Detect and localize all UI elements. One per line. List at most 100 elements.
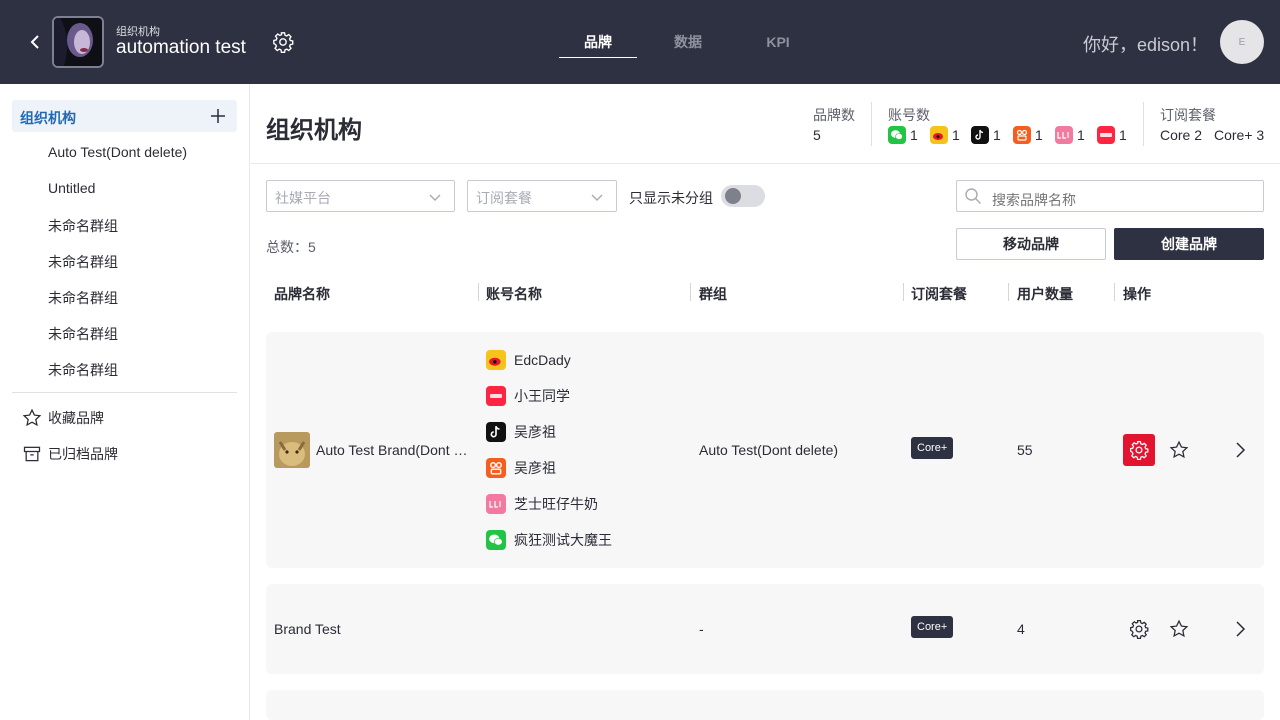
greeting: 你好，edison！ bbox=[1083, 35, 1209, 55]
account-name: 吴彦祖 bbox=[514, 460, 556, 476]
core-count: Core 2 bbox=[1160, 127, 1203, 143]
column-divider bbox=[690, 283, 691, 301]
group-name: Auto Test(Dont delete) bbox=[699, 442, 839, 458]
org-logo bbox=[52, 16, 104, 68]
user-count: 55 bbox=[1017, 442, 1033, 458]
create-brand-button[interactable]: 创建品牌 bbox=[1114, 228, 1264, 260]
sidebar-archived[interactable]: 已归档品牌 bbox=[22, 444, 118, 464]
plan-filter-placeholder: 订阅套餐 bbox=[476, 190, 532, 206]
group-name: - bbox=[699, 621, 704, 637]
user-count: 4 bbox=[1017, 621, 1025, 637]
weibo-icon bbox=[930, 126, 948, 144]
wechat-icon bbox=[888, 126, 906, 144]
stats-divider bbox=[871, 102, 872, 146]
sidebar-item-group[interactable]: 未命名群组 bbox=[48, 288, 118, 308]
table-row[interactable]: Auto Test Brand(Dont … EdcDady 小王同学 吴彦祖 … bbox=[266, 332, 1264, 568]
account-name: EdcDady bbox=[514, 352, 571, 368]
plan-badge: Core+ bbox=[911, 616, 954, 638]
chevron-right-icon[interactable] bbox=[1224, 434, 1256, 466]
sidebar-favorites[interactable]: 收藏品牌 bbox=[22, 408, 104, 428]
column-divider bbox=[1008, 283, 1009, 301]
douyin-icon bbox=[486, 422, 506, 442]
toggle-knob bbox=[725, 188, 741, 204]
tab-kpi[interactable]: KPI bbox=[739, 28, 817, 58]
brand-settings-button[interactable] bbox=[1123, 434, 1155, 466]
lulu-icon bbox=[1055, 126, 1073, 144]
settings-gear-icon[interactable] bbox=[272, 31, 294, 53]
sidebar-item-group[interactable]: Auto Test(Dont delete) bbox=[48, 144, 187, 160]
add-group-icon[interactable] bbox=[209, 107, 227, 125]
ungrouped-toggle-label: 只显示未分组 bbox=[629, 190, 713, 206]
account-item: 疯狂测试大魔王 bbox=[486, 530, 612, 550]
move-brand-button[interactable]: 移动品牌 bbox=[956, 228, 1106, 260]
account-name: 吴彦祖 bbox=[514, 424, 556, 440]
column-header-brand[interactable]: 品牌名称 bbox=[274, 284, 330, 304]
avatar[interactable]: E bbox=[1220, 20, 1264, 64]
tab-data[interactable]: 数据 bbox=[649, 28, 727, 58]
xiaohongshu-icon bbox=[486, 386, 506, 406]
sidebar-item-group[interactable]: Untitled bbox=[48, 180, 95, 196]
sidebar-item-group[interactable]: 未命名群组 bbox=[48, 360, 118, 380]
ungrouped-toggle[interactable] bbox=[721, 185, 765, 207]
platform-count-lulu: 1 bbox=[1055, 126, 1085, 144]
account-item: 芝士旺仔牛奶 bbox=[486, 494, 598, 514]
main-tabs: 品牌 数据 KPI bbox=[559, 28, 817, 58]
account-name: 芝士旺仔牛奶 bbox=[514, 496, 598, 512]
table-row[interactable]: Brand Test - Core+ 4 bbox=[266, 584, 1264, 674]
column-header-users[interactable]: 用户数量 bbox=[1017, 284, 1073, 304]
chevron-down-icon bbox=[428, 190, 442, 204]
plan-filter-select[interactable]: 订阅套餐 bbox=[467, 180, 617, 212]
column-divider bbox=[903, 283, 904, 301]
header-divider bbox=[250, 163, 1280, 164]
account-item: 吴彦祖 bbox=[486, 458, 556, 478]
archived-label: 已归档品牌 bbox=[48, 446, 118, 462]
douyin-icon bbox=[971, 126, 989, 144]
favorite-star-icon[interactable] bbox=[1163, 613, 1195, 645]
plan-badge: Core+ bbox=[911, 437, 954, 459]
brand-search-input[interactable] bbox=[956, 180, 1264, 212]
sidebar-item-group[interactable]: 未命名群组 bbox=[48, 252, 118, 272]
column-header-account[interactable]: 账号名称 bbox=[486, 284, 542, 304]
brand-count-label: 品牌数 bbox=[813, 107, 855, 123]
brand-settings-button[interactable] bbox=[1123, 613, 1155, 645]
platform-filter-select[interactable]: 社媒平台 bbox=[266, 180, 455, 212]
platform-count-kuaishou: 1 bbox=[1013, 126, 1043, 144]
lulu-icon bbox=[486, 494, 506, 514]
column-header-group[interactable]: 群组 bbox=[699, 284, 727, 304]
favorite-star-icon[interactable] bbox=[1163, 434, 1195, 466]
subscription-label: 订阅套餐 bbox=[1160, 107, 1216, 123]
platform-count-douyin: 1 bbox=[971, 126, 1001, 144]
back-icon[interactable] bbox=[24, 30, 46, 54]
page-title: 组织机构 bbox=[266, 117, 362, 144]
platform-count-weibo: 1 bbox=[930, 126, 960, 144]
star-icon bbox=[22, 408, 42, 428]
sidebar-heading-row[interactable]: 组织机构 bbox=[12, 100, 237, 132]
org-title: automation test bbox=[116, 37, 246, 58]
wechat-icon bbox=[486, 530, 506, 550]
account-name: 小王同学 bbox=[514, 388, 570, 404]
sidebar-heading: 组织机构 bbox=[20, 110, 76, 126]
archive-icon bbox=[22, 444, 42, 464]
chevron-right-icon[interactable] bbox=[1224, 613, 1256, 645]
sidebar-item-group[interactable]: 未命名群组 bbox=[48, 324, 118, 344]
brand-count: 5 bbox=[813, 127, 821, 143]
top-bar: 组织机构 automation test 品牌 数据 KPI 你好，edison… bbox=[0, 0, 1280, 84]
brand-logo bbox=[274, 432, 310, 468]
sidebar: 组织机构 Auto Test(Dont delete) Untitled 未命名… bbox=[0, 84, 250, 720]
brand-name[interactable]: Auto Test Brand(Dont … bbox=[316, 442, 467, 458]
brand-name[interactable]: Brand Test bbox=[274, 621, 341, 637]
xiaohongshu-icon bbox=[1097, 126, 1115, 144]
sidebar-item-group[interactable]: 未命名群组 bbox=[48, 216, 118, 236]
account-count-label: 账号数 bbox=[888, 107, 930, 123]
core-plus-count: Core+ 3 bbox=[1214, 127, 1265, 143]
search-icon bbox=[964, 187, 982, 205]
account-item: 吴彦祖 bbox=[486, 422, 556, 442]
kuaishou-icon bbox=[1013, 126, 1031, 144]
table-row[interactable] bbox=[266, 690, 1264, 720]
platform-count-wechat: 1 bbox=[888, 126, 918, 144]
column-divider bbox=[1114, 283, 1115, 301]
column-header-plan[interactable]: 订阅套餐 bbox=[911, 284, 967, 304]
account-item: EdcDady bbox=[486, 350, 571, 370]
sidebar-divider bbox=[12, 392, 237, 393]
tab-brands[interactable]: 品牌 bbox=[559, 28, 637, 58]
